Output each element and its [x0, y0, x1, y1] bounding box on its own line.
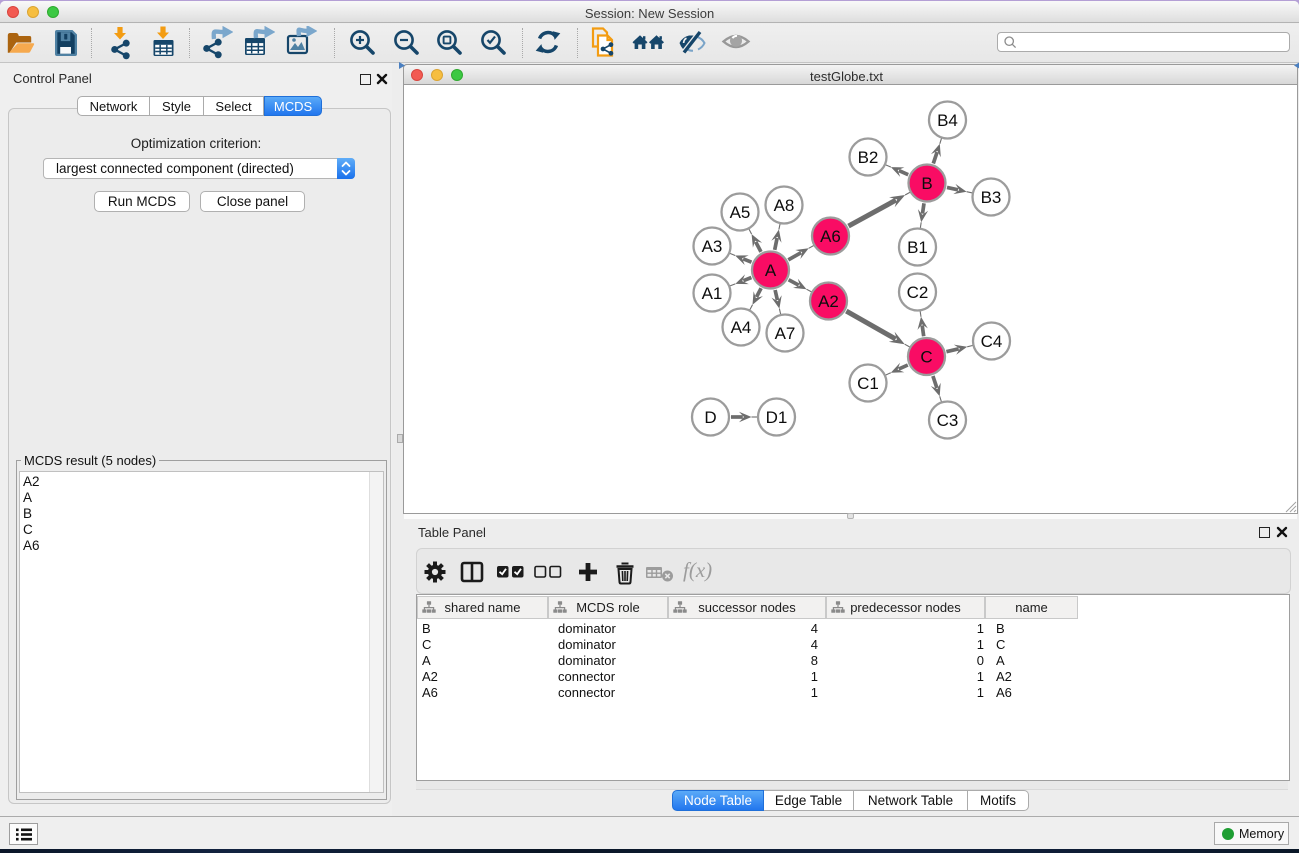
svg-text:A8: A8: [774, 196, 795, 215]
svg-text:A3: A3: [702, 237, 723, 256]
svg-text:D: D: [704, 408, 716, 427]
svg-text:D1: D1: [766, 408, 788, 427]
svg-text:A7: A7: [775, 324, 796, 343]
svg-text:C2: C2: [907, 283, 929, 302]
svg-text:C3: C3: [937, 411, 959, 430]
svg-text:A1: A1: [702, 284, 723, 303]
svg-text:C4: C4: [981, 332, 1003, 351]
svg-text:B: B: [921, 174, 932, 193]
svg-text:A: A: [765, 261, 777, 280]
svg-text:A5: A5: [730, 203, 751, 222]
svg-text:B4: B4: [937, 111, 958, 130]
svg-text:C1: C1: [857, 374, 879, 393]
svg-text:B2: B2: [858, 148, 879, 167]
svg-text:A2: A2: [818, 292, 839, 311]
svg-text:A4: A4: [731, 318, 752, 337]
svg-text:B3: B3: [981, 188, 1002, 207]
svg-text:A6: A6: [820, 227, 841, 246]
svg-text:B1: B1: [907, 238, 928, 257]
svg-text:C: C: [920, 347, 932, 366]
